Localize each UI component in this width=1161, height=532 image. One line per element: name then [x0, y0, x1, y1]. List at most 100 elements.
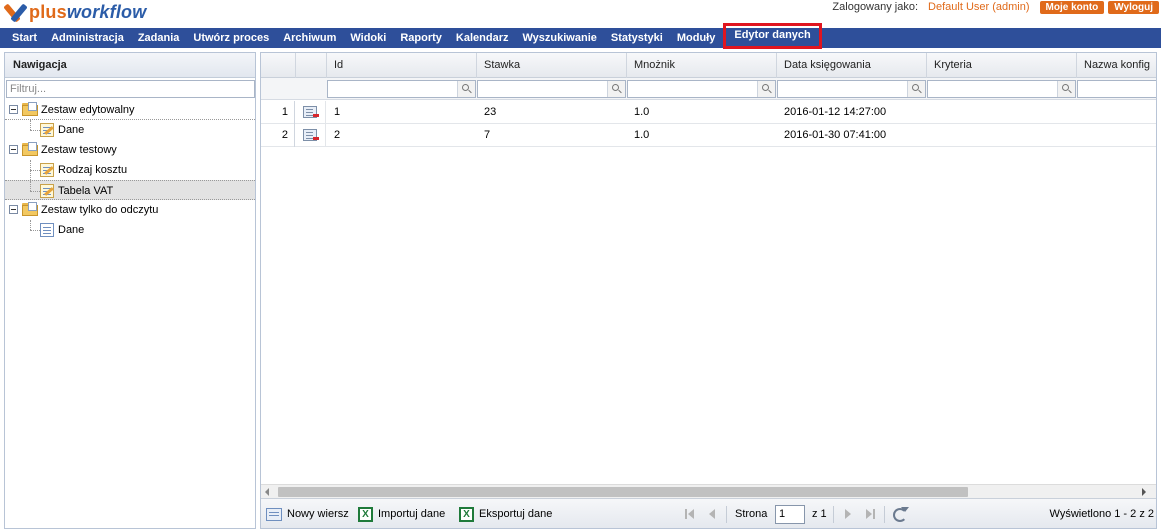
search-icon[interactable] — [607, 81, 625, 97]
cell-stawka[interactable]: 23 — [477, 101, 496, 124]
grid-toolbar: Nowy wiersz X Importuj dane X Eksportuj … — [261, 498, 1156, 528]
cell-id[interactable]: 2 — [327, 124, 340, 147]
tree-group-zestaw-testowy[interactable]: Zestaw testowy — [5, 140, 255, 160]
cell-kryteria[interactable] — [927, 124, 934, 147]
tree-group-zestaw-tylko-do-odczytu[interactable]: Zestaw tylko do odczytu — [5, 200, 255, 220]
menu-edytor-danych[interactable]: Edytor danych — [723, 23, 822, 49]
export-button[interactable]: X Eksportuj dane — [459, 499, 552, 528]
collapse-icon[interactable] — [9, 145, 18, 154]
scroll-left-icon[interactable] — [265, 488, 269, 496]
row-number: 2 — [261, 124, 295, 147]
refresh-icon[interactable] — [891, 506, 909, 522]
filter-row — [261, 78, 1156, 100]
excel-icon: X — [459, 507, 474, 522]
app-header: plusworkflow Zalogowany jako: Default Us… — [0, 0, 1161, 28]
navigation-title: Nawigacja — [5, 53, 255, 78]
scroll-right-icon[interactable] — [1142, 488, 1146, 496]
search-icon[interactable] — [1057, 81, 1075, 97]
cell-data[interactable]: 2016-01-30 07:41:00 — [777, 124, 886, 147]
logged-as-label: Zalogowany jako: — [832, 1, 919, 13]
folder-icon — [22, 202, 38, 216]
logout-button[interactable]: Wyloguj — [1108, 0, 1159, 14]
prev-page-icon[interactable] — [705, 507, 719, 521]
menu-wyszukiwanie[interactable]: Wyszukiwanie — [515, 28, 603, 48]
search-icon[interactable] — [757, 81, 775, 97]
table-row[interactable]: 2 2 7 1.0 2016-01-30 07:41:00 — [261, 124, 1156, 147]
filter-input-kryteria[interactable] — [927, 80, 1076, 98]
menu-statystyki[interactable]: Statystyki — [604, 28, 670, 48]
column-header-data-ksiegowania[interactable]: Data księgowania — [777, 53, 927, 78]
collapse-icon[interactable] — [9, 105, 18, 114]
menu-archiwum[interactable]: Archiwum — [276, 28, 343, 48]
folder-icon — [22, 142, 38, 156]
filter-input-id[interactable] — [327, 80, 476, 98]
menu-raporty[interactable]: Raporty — [393, 28, 449, 48]
cell-data[interactable]: 2016-01-12 14:27:00 — [777, 101, 886, 124]
rownum-header — [261, 53, 296, 78]
navigation-filter-input[interactable]: Filtruj... — [6, 80, 255, 98]
user-area: Zalogowany jako: Default User (admin) Mo… — [832, 0, 1159, 14]
column-header-mnoznik[interactable]: Mnożnik — [627, 53, 777, 78]
edit-row-icon[interactable] — [303, 106, 319, 118]
tree-item-label: Tabela VAT — [58, 185, 114, 197]
cell-kryteria[interactable] — [927, 101, 934, 124]
navigation-panel: Nawigacja Filtruj... Zestaw edytowalny D… — [4, 52, 256, 529]
horizontal-scrollbar[interactable] — [261, 484, 1156, 498]
tree-group-zestaw-edytowalny[interactable]: Zestaw edytowalny — [5, 100, 255, 120]
cell-stawka[interactable]: 7 — [477, 124, 490, 147]
menu-administracja[interactable]: Administracja — [44, 28, 131, 48]
last-page-icon[interactable] — [863, 507, 877, 521]
search-icon[interactable] — [907, 81, 925, 97]
column-header-stawka[interactable]: Stawka — [477, 53, 627, 78]
tree-item-dane-readonly[interactable]: Dane — [5, 220, 255, 240]
menu-zadania[interactable]: Zadania — [131, 28, 187, 48]
menu-widoki[interactable]: Widoki — [343, 28, 393, 48]
column-header-id[interactable]: Id — [327, 53, 477, 78]
import-button[interactable]: X Importuj dane — [358, 499, 445, 528]
new-row-button[interactable]: Nowy wiersz — [266, 499, 349, 528]
tree-item-label: Dane — [58, 224, 85, 236]
filter-input-stawka[interactable] — [477, 80, 626, 98]
excel-icon: X — [358, 507, 373, 522]
first-page-icon[interactable] — [683, 507, 697, 521]
tree-item-rodzaj-kosztu[interactable]: Rodzaj kosztu — [5, 160, 255, 180]
menu-moduly[interactable]: Moduły — [670, 28, 723, 48]
next-page-icon[interactable] — [841, 507, 855, 521]
row-number: 1 — [261, 101, 295, 124]
filter-input-mnoznik[interactable] — [627, 80, 776, 98]
main-menu: Start Administracja Zadania Utwórz proce… — [0, 23, 1161, 49]
menu-kalendarz[interactable]: Kalendarz — [449, 28, 516, 48]
plusworkflow-logo[interactable]: plusworkflow — [3, 2, 147, 23]
menu-utworz-proces[interactable]: Utwórz proces — [186, 28, 276, 48]
edit-row-icon[interactable] — [303, 129, 319, 141]
menu-start[interactable]: Start — [0, 28, 44, 48]
page-label: Strona — [735, 508, 768, 520]
collapse-icon[interactable] — [9, 205, 18, 214]
my-account-button[interactable]: Moje konto — [1039, 0, 1105, 14]
filter-input-nazwa[interactable] — [1077, 80, 1156, 98]
search-icon[interactable] — [457, 81, 475, 97]
logo-text: plusworkflow — [29, 2, 147, 22]
table-row[interactable]: 1 1 23 1.0 2016-01-12 14:27:00 — [261, 101, 1156, 124]
tree-item-dane[interactable]: Dane — [5, 120, 255, 140]
edit-table-icon — [40, 184, 54, 198]
scrollbar-thumb[interactable] — [278, 487, 968, 497]
column-header-nazwa-konfig[interactable]: Nazwa konfig — [1077, 53, 1156, 78]
tree-item-tabela-vat[interactable]: Tabela VAT — [5, 180, 255, 200]
cell-mnoznik[interactable]: 1.0 — [627, 124, 649, 147]
tree-group-label: Zestaw testowy — [41, 144, 117, 156]
new-row-label: Nowy wiersz — [287, 508, 349, 520]
data-grid: Id Stawka Mnożnik Data księgowania Kryte… — [260, 52, 1157, 529]
cell-id[interactable]: 1 — [327, 101, 340, 124]
navigation-tree: Zestaw edytowalny Dane Zestaw testowy Ro… — [5, 100, 255, 240]
filter-input-data[interactable] — [777, 80, 926, 98]
edit-table-icon — [40, 123, 54, 137]
page-number-input[interactable]: 1 — [775, 505, 805, 524]
column-header-kryteria[interactable]: Kryteria — [927, 53, 1077, 78]
tree-item-label: Dane — [58, 124, 85, 136]
edit-table-icon — [40, 163, 54, 177]
cell-mnoznik[interactable]: 1.0 — [627, 101, 649, 124]
current-user-link[interactable]: Default User (admin) — [928, 1, 1029, 13]
display-info: Wyświetlono 1 - 2 z 2 — [1049, 508, 1154, 520]
logo-icon — [3, 2, 28, 23]
